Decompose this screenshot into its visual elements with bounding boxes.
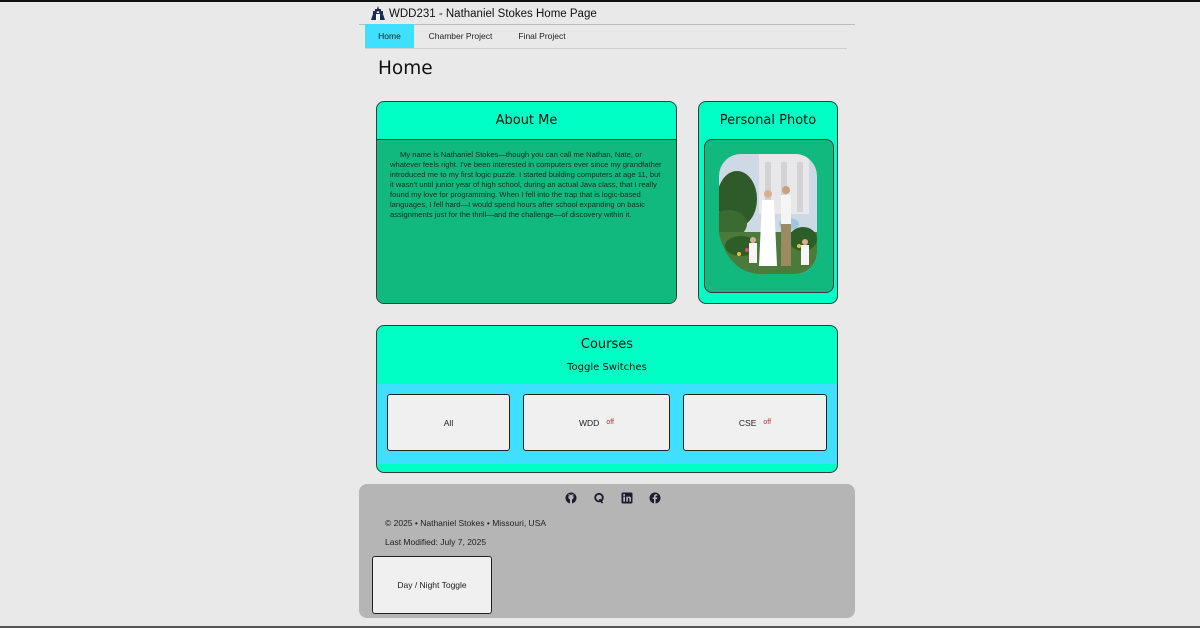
family-photo: [719, 154, 817, 274]
site-header: WDD231 - Nathaniel Stokes Home Page: [359, 4, 855, 25]
site-footer: © 2025 • Nathaniel Stokes • Missouri, US…: [359, 484, 855, 618]
nav-item-home[interactable]: Home: [365, 24, 414, 48]
about-me-heading: About Me: [495, 113, 558, 128]
github-icon[interactable]: [565, 492, 577, 504]
last-modified-text: Last Modified: July 7, 2025: [385, 537, 487, 547]
about-me-body: My name is Nathaniel Stokes—though you c…: [377, 139, 676, 303]
day-night-toggle-label: Day / Night Toggle: [397, 580, 467, 590]
nav-item-chamber-project[interactable]: Chamber Project: [423, 24, 498, 48]
linkedin-icon[interactable]: [621, 492, 633, 504]
toggle-cse-label: CSE: [738, 417, 757, 428]
about-me-text: My name is Nathaniel Stokes—though you c…: [390, 150, 662, 219]
toggle-cse-button[interactable]: CSE off: [683, 394, 827, 451]
temple-logo-icon[interactable]: [370, 5, 386, 21]
page-container: WDD231 - Nathaniel Stokes Home Page Home…: [359, 0, 855, 628]
courses-heading: Courses: [580, 337, 634, 352]
nav-item-final-project[interactable]: Final Project: [513, 24, 571, 48]
courses-card: Courses Toggle Switches All WDD off CSE …: [376, 325, 838, 473]
toggle-wdd-state: off: [606, 419, 614, 426]
day-night-toggle-button[interactable]: Day / Night Toggle: [372, 556, 492, 614]
toggle-switches-label: Toggle Switches: [567, 362, 647, 373]
toggle-all-label: All: [443, 417, 454, 428]
toggle-wdd-button[interactable]: WDD off: [523, 394, 670, 451]
main-nav: Home Chamber Project Final Project: [365, 24, 847, 49]
page-title: Home: [378, 58, 433, 79]
photo-frame: [704, 139, 834, 293]
quora-icon[interactable]: [593, 492, 605, 504]
facebook-icon[interactable]: [649, 492, 661, 504]
about-me-card: About Me My name is Nathaniel Stokes—tho…: [376, 101, 677, 304]
personal-photo-heading: Personal Photo: [719, 113, 817, 128]
toggle-all-button[interactable]: All: [387, 394, 510, 451]
personal-photo-card: Personal Photo: [698, 101, 838, 304]
toggle-cse-state: off: [763, 419, 772, 426]
site-title: WDD231 - Nathaniel Stokes Home Page: [389, 8, 597, 20]
course-toggle-panel: All WDD off CSE off: [377, 384, 837, 464]
copyright-text: © 2025 • Nathaniel Stokes • Missouri, US…: [385, 518, 547, 528]
toggle-wdd-label: WDD: [579, 417, 600, 428]
